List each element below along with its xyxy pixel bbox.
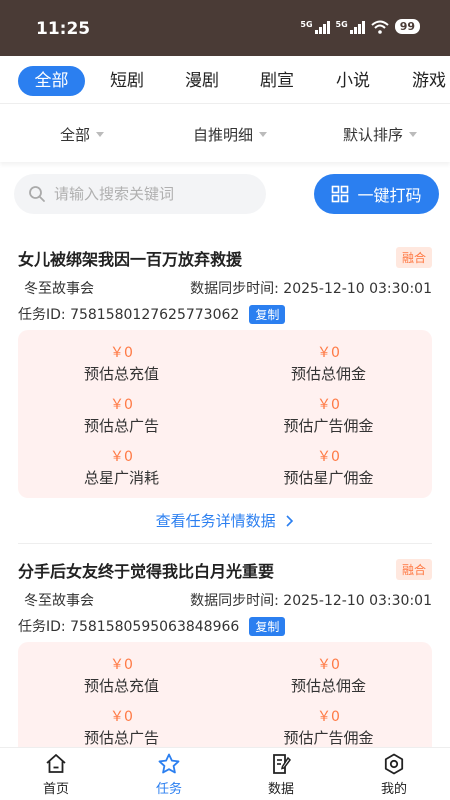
- task-type-badge: 融合: [395, 247, 432, 268]
- stat-value: ￥0: [110, 449, 133, 465]
- signal-icon: 5G: [336, 20, 365, 34]
- nav-home[interactable]: 首页: [16, 752, 96, 797]
- chevron-down-icon: [96, 132, 105, 137]
- stat-item: ￥0 预估总广告: [18, 706, 225, 748]
- stat-label: 预估总充值: [83, 677, 159, 695]
- task-card[interactable]: 分手后女友终于觉得我比白月光重要 融合 冬至故事会 数据同步时间: 2025-1…: [0, 558, 450, 800]
- stat-label: 预估广告佣金: [283, 729, 374, 747]
- signal-icon: 5G: [300, 20, 330, 34]
- tab-game[interactable]: 游戏: [404, 66, 450, 96]
- nav-tasks[interactable]: 任务: [129, 752, 209, 797]
- filter-bar: 全部 自推明细 默认排序: [0, 104, 450, 162]
- task-id: 任务ID: 7581580595063848966: [18, 619, 240, 635]
- quick-code-button[interactable]: 一键打码: [314, 174, 439, 214]
- stat-value: ￥0: [317, 397, 340, 413]
- stat-label: 预估总广告: [83, 417, 159, 435]
- filter-all-label: 全部: [60, 126, 91, 144]
- tab-all[interactable]: 全部: [18, 66, 85, 96]
- stat-label: 总星广消耗: [83, 469, 159, 487]
- task-title: 分手后女友终于觉得我比白月光重要: [18, 562, 275, 581]
- filter-sort-dropdown[interactable]: 默认排序: [343, 124, 418, 145]
- task-id-row: 任务ID: 7581580127625773062 复制: [18, 304, 286, 324]
- wifi-icon: [371, 20, 389, 34]
- grid-icon: [332, 185, 349, 203]
- stat-item: ￥0 预估总佣金: [225, 654, 432, 696]
- tab-comic-drama[interactable]: 漫剧: [177, 66, 227, 96]
- search-box[interactable]: [14, 174, 266, 214]
- nav-tasks-label: 任务: [155, 782, 182, 797]
- filter-sort-label: 默认排序: [343, 126, 404, 144]
- stat-value: ￥0: [110, 709, 133, 725]
- copy-button[interactable]: 复制: [249, 616, 286, 636]
- nav-mine-label: 我的: [380, 782, 407, 797]
- task-detail-link[interactable]: 查看任务详情数据: [0, 510, 450, 531]
- task-type-badge: 融合: [395, 559, 432, 580]
- task-sync-time: 数据同步时间: 2025-12-10 03:30:01: [190, 593, 432, 609]
- chevron-down-icon: [259, 132, 268, 137]
- stat-value: ￥0: [110, 657, 133, 673]
- status-time: 11:25: [36, 19, 91, 39]
- status-bar: 11:25 5G 5G 99: [0, 0, 450, 56]
- stat-value: ￥0: [110, 397, 133, 413]
- quick-code-label: 一键打码: [357, 186, 422, 205]
- stat-value: ￥0: [317, 449, 340, 465]
- document-edit-icon: [273, 754, 291, 774]
- stat-value: ￥0: [317, 345, 340, 361]
- stat-item: ￥0 预估星广佣金: [225, 446, 432, 488]
- chevron-right-icon: [286, 515, 294, 527]
- nav-data-label: 数据: [267, 782, 294, 797]
- chevron-down-icon: [409, 132, 418, 137]
- tab-drama-promo[interactable]: 剧宣: [252, 66, 302, 96]
- search-input[interactable]: [54, 185, 254, 203]
- battery-icon: 99: [394, 19, 420, 34]
- gear-icon: [384, 753, 404, 775]
- card-divider: [18, 543, 432, 544]
- stat-item: ￥0 预估总充值: [18, 342, 225, 384]
- task-id-row: 任务ID: 7581580595063848966 复制: [18, 616, 286, 636]
- search-icon: [29, 186, 45, 202]
- stat-item: ￥0 预估总广告: [18, 394, 225, 436]
- task-sync-time: 数据同步时间: 2025-12-10 03:30:01: [190, 281, 432, 297]
- task-card[interactable]: 女儿被绑架我因一百万放弃救援 融合 冬至故事会 数据同步时间: 2025-12-…: [0, 246, 450, 546]
- task-id: 任务ID: 7581580127625773062: [18, 307, 240, 323]
- stat-label: 预估总广告: [83, 729, 159, 747]
- filter-detail-dropdown[interactable]: 自推明细: [193, 124, 268, 145]
- copy-button[interactable]: 复制: [249, 304, 286, 324]
- stat-label: 预估广告佣金: [283, 417, 374, 435]
- stat-item: ￥0 总星广消耗: [18, 446, 225, 488]
- task-title: 女儿被绑架我因一百万放弃救援: [18, 250, 243, 269]
- stat-item: ￥0 预估总佣金: [225, 342, 432, 384]
- stat-label: 预估总充值: [83, 365, 159, 383]
- tab-short-drama[interactable]: 短剧: [102, 66, 152, 96]
- stat-value: ￥0: [317, 709, 340, 725]
- nav-data[interactable]: 数据: [241, 752, 321, 797]
- stat-item: ￥0 预估广告佣金: [225, 394, 432, 436]
- stat-item: ￥0 预估总充值: [18, 654, 225, 696]
- star-icon: [158, 753, 180, 774]
- stat-label: 预估星广佣金: [283, 469, 374, 487]
- task-author: 冬至故事会: [24, 281, 94, 297]
- filter-detail-label: 自推明细: [193, 126, 254, 144]
- status-icons: 5G 5G 99: [300, 19, 420, 34]
- stat-value: ￥0: [317, 657, 340, 673]
- nav-home-label: 首页: [42, 782, 69, 797]
- bottom-nav: 首页 任务 数据 我的: [0, 747, 450, 800]
- stat-label: 预估总佣金: [290, 677, 366, 695]
- category-tabs: 全部 短剧 漫剧 剧宣 小说 游戏: [0, 56, 450, 104]
- tab-novel[interactable]: 小说: [328, 66, 378, 96]
- stat-label: 预估总佣金: [290, 365, 366, 383]
- filter-all-dropdown[interactable]: 全部: [60, 124, 105, 145]
- task-stats-panel: ￥0 预估总充值 ￥0 预估总佣金 ￥0 预估总广告 ￥0 预估广告佣金 ￥0 总星广消耗…: [18, 330, 432, 498]
- stat-item: ￥0 预估广告佣金: [225, 706, 432, 748]
- home-icon: [46, 754, 66, 773]
- task-author: 冬至故事会: [24, 593, 94, 609]
- task-detail-label: 查看任务详情数据: [155, 512, 276, 530]
- stat-value: ￥0: [110, 345, 133, 361]
- nav-mine[interactable]: 我的: [354, 752, 434, 797]
